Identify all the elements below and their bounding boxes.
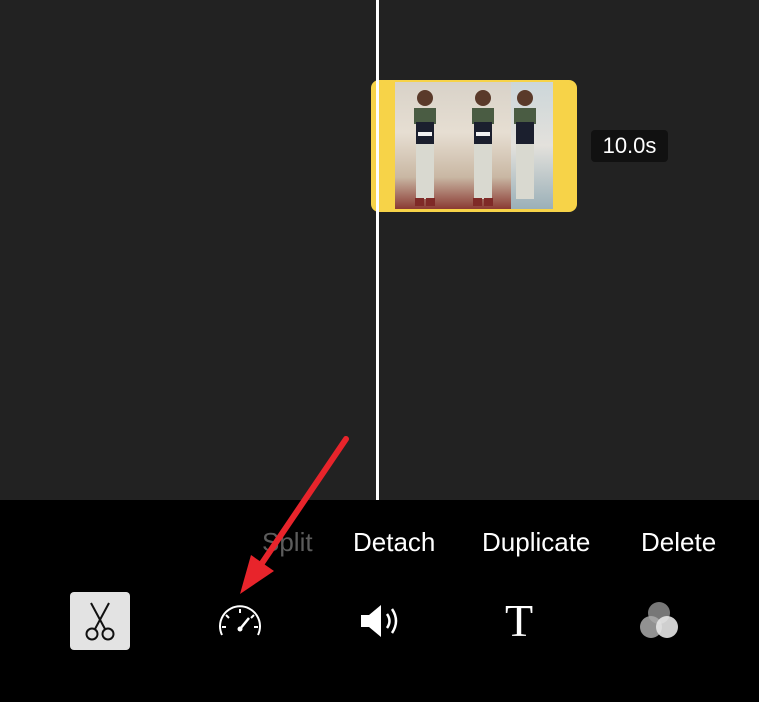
detach-button[interactable]: Detach — [353, 524, 435, 560]
speed-tool-button[interactable] — [210, 592, 270, 650]
clip-thumbnails — [395, 82, 553, 209]
duplicate-button[interactable]: Duplicate — [482, 524, 590, 560]
playhead[interactable] — [376, 0, 379, 500]
scissors-tool-button[interactable] — [70, 592, 130, 650]
clip-thumbnail — [511, 82, 553, 209]
scissors-icon — [85, 602, 115, 641]
title-t-icon: T — [504, 595, 534, 646]
volume-tool-button[interactable] — [350, 592, 410, 650]
filters-icon — [640, 602, 678, 638]
title-tool-button[interactable]: T — [489, 592, 549, 650]
speaker-icon — [361, 605, 398, 637]
video-clip[interactable] — [371, 80, 577, 212]
filters-tool-button[interactable] — [629, 592, 689, 650]
split-button[interactable]: Split — [262, 524, 313, 560]
clip-thumbnail — [395, 82, 453, 209]
timeline[interactable]: 10.0s — [0, 0, 759, 500]
clip-thumbnail — [453, 82, 511, 209]
speedometer-icon — [219, 605, 261, 636]
clip-duration-label: 10.0s — [591, 130, 668, 162]
delete-button[interactable]: Delete — [641, 524, 716, 560]
